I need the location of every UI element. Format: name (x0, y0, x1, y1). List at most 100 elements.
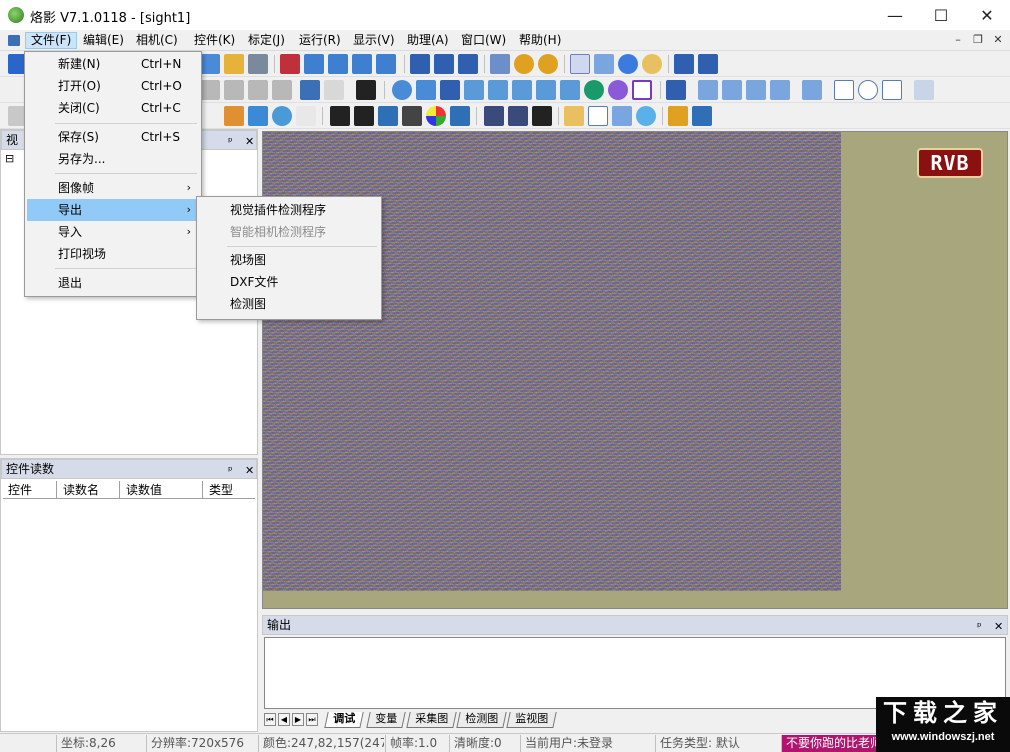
calibration-icon[interactable] (564, 106, 584, 126)
histogram-icon[interactable] (560, 80, 580, 100)
menu-item-open[interactable]: 打开(O) Ctrl+O (27, 75, 199, 97)
document-icon[interactable] (8, 35, 20, 46)
triangle-icon[interactable] (588, 106, 608, 126)
menu-item-save-as[interactable]: 另存为... (27, 148, 199, 170)
mdi-minimize-button[interactable]: – (950, 33, 966, 47)
zoom-in-icon[interactable] (514, 54, 534, 74)
point-tool-icon[interactable] (392, 80, 412, 100)
dots-icon[interactable] (330, 106, 350, 126)
menu-item-export-dxf[interactable]: DXF文件 (199, 271, 379, 293)
tab-capture-image[interactable]: 采集图 (406, 712, 457, 728)
caliper-icon[interactable] (536, 80, 556, 100)
split-vertical-icon[interactable] (698, 54, 718, 74)
menu-item-export[interactable]: 导出 › (27, 199, 199, 221)
fullscreen-icon[interactable] (458, 54, 478, 74)
column-header[interactable]: 类型 (204, 481, 255, 499)
next-tab-button[interactable]: ▶ (292, 713, 304, 726)
text-tool-icon[interactable] (440, 80, 460, 100)
arc-icon[interactable] (770, 80, 790, 100)
select-tool-icon[interactable] (570, 54, 590, 74)
list-icon[interactable] (300, 80, 320, 100)
line-measure-icon[interactable] (416, 80, 436, 100)
menu-edit[interactable]: 编辑(E) (78, 32, 129, 49)
camera-record-icon[interactable] (376, 54, 396, 74)
menu-controls[interactable]: 控件(K) (189, 32, 240, 49)
ocr-icon[interactable] (450, 106, 470, 126)
actual-size-icon[interactable] (490, 54, 510, 74)
zoom-out-icon[interactable] (538, 54, 558, 74)
magic-wand-icon[interactable] (914, 80, 934, 100)
camera-capture-icon[interactable] (280, 54, 300, 74)
menu-camera[interactable]: 相机(C) (131, 32, 183, 49)
menu-item-new[interactable]: 新建(N) Ctrl+N (27, 53, 199, 75)
pin-icon[interactable]: ᵖ (977, 618, 982, 636)
image-icon[interactable] (200, 54, 220, 74)
picture-icon[interactable] (512, 80, 532, 100)
polyline-icon[interactable] (746, 80, 766, 100)
menu-item-import[interactable]: 导入 › (27, 221, 199, 243)
window-layout-icon[interactable] (410, 54, 430, 74)
align-icon[interactable] (200, 80, 220, 100)
arrow-tool-icon[interactable] (248, 106, 268, 126)
menu-item-export-inspection-image[interactable]: 检测图 (199, 293, 379, 315)
tab-variables[interactable]: 变量 (366, 712, 406, 728)
fit-window-icon[interactable] (434, 54, 454, 74)
gear-icon[interactable] (636, 106, 656, 126)
maximize-button[interactable]: ☐ (918, 0, 964, 30)
close-icon[interactable]: ✕ (245, 462, 254, 480)
menu-item-save[interactable]: 保存(S) Ctrl+S (27, 126, 199, 148)
qrcode-icon[interactable] (508, 106, 528, 126)
rectangle-roi-icon[interactable] (632, 80, 652, 100)
mdi-restore-button[interactable]: ❐ (970, 33, 986, 47)
menu-item-exit[interactable]: 退出 (27, 272, 199, 294)
pointer-icon[interactable] (666, 80, 686, 100)
menu-file[interactable]: 文件(F) (25, 32, 78, 49)
circle-measure-icon[interactable] (608, 80, 628, 100)
distribute-icon[interactable] (272, 80, 292, 100)
blob-icon[interactable] (584, 80, 604, 100)
star-icon[interactable] (224, 54, 244, 74)
menu-calibration[interactable]: 标定(J) (243, 32, 290, 49)
last-tab-button[interactable]: ⏭ (306, 713, 318, 726)
polygon-icon[interactable] (882, 80, 902, 100)
mesh-icon[interactable] (612, 106, 632, 126)
flask-icon[interactable] (692, 106, 712, 126)
menu-run[interactable]: 运行(R) (294, 32, 346, 49)
pin-icon[interactable]: ᵖ (228, 462, 233, 480)
column-header[interactable]: 读数值 (121, 481, 203, 499)
gun-icon[interactable] (532, 106, 552, 126)
dark-image-icon[interactable] (354, 106, 374, 126)
cross-point-icon[interactable] (698, 80, 718, 100)
refresh-icon[interactable] (272, 106, 292, 126)
transfer-icon[interactable] (668, 106, 688, 126)
circle-icon[interactable] (858, 80, 878, 100)
lock-icon[interactable] (356, 80, 376, 100)
menu-help[interactable]: 帮助(H) (514, 32, 566, 49)
menu-item-print-view[interactable]: 打印视场 (27, 243, 199, 265)
split-horizontal-icon[interactable] (674, 54, 694, 74)
mdi-close-button[interactable]: ✕ (990, 33, 1006, 47)
camera-single-icon[interactable] (328, 54, 348, 74)
crosshair-icon[interactable] (642, 54, 662, 74)
menu-assistant[interactable]: 助理(A) (402, 32, 454, 49)
color-wheel-icon[interactable] (426, 106, 446, 126)
tree-expander-icon[interactable]: ⊟ (5, 152, 14, 165)
stripes-icon[interactable] (402, 106, 422, 126)
menu-view[interactable]: 显示(V) (348, 32, 400, 49)
minimize-button[interactable]: — (872, 0, 918, 30)
rectangle-icon[interactable] (834, 80, 854, 100)
template-icon[interactable] (224, 106, 244, 126)
camera-icon[interactable] (304, 54, 324, 74)
line-icon[interactable] (722, 80, 742, 100)
align-center-icon[interactable] (224, 80, 244, 100)
pin-icon[interactable]: ᵖ (228, 133, 233, 151)
column-header[interactable]: 控件 (3, 481, 57, 499)
search-icon[interactable] (618, 54, 638, 74)
menu-item-export-vision-plugin[interactable]: 视觉插件检测程序 (199, 199, 379, 221)
cloud-icon[interactable] (378, 106, 398, 126)
grid-icon[interactable] (324, 80, 344, 100)
comment-icon[interactable] (464, 80, 484, 100)
prev-tab-button[interactable]: ◀ (278, 713, 290, 726)
close-button[interactable]: ✕ (964, 0, 1010, 30)
barcode-icon[interactable] (484, 106, 504, 126)
